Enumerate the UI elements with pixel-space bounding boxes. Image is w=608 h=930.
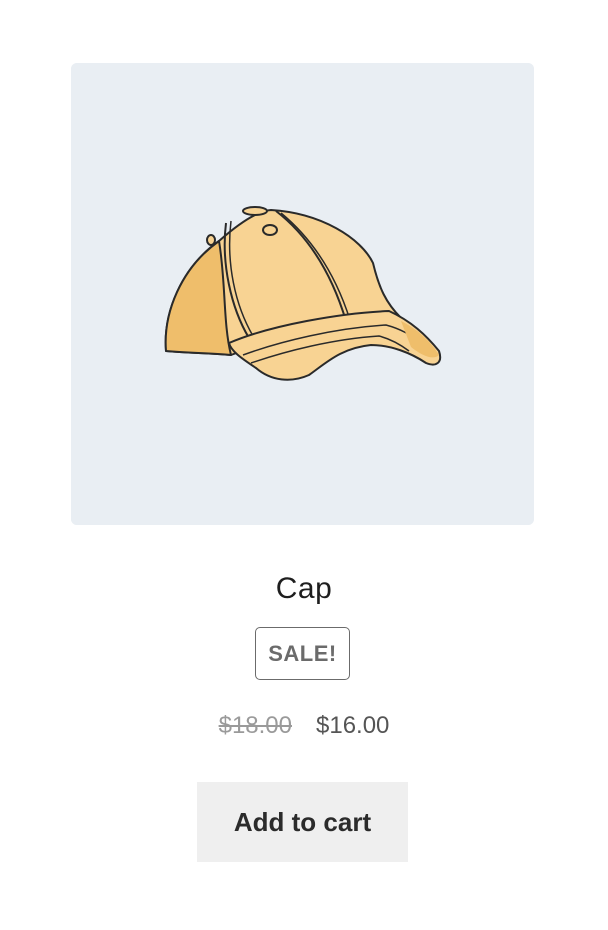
product-title[interactable]: Cap <box>0 570 608 608</box>
regular-price: $18.00 <box>218 712 292 739</box>
price: $18.00 $16.00 <box>0 708 608 744</box>
product-image <box>71 63 534 525</box>
product-card: Cap SALE! $18.00 $16.00 Add to cart <box>0 0 608 930</box>
add-to-cart-button[interactable]: Add to cart <box>197 782 408 862</box>
cap-illustration <box>71 63 534 525</box>
sale-badge: SALE! <box>255 627 350 680</box>
product-image-link[interactable] <box>71 63 534 525</box>
sale-price: $16.00 <box>316 712 390 739</box>
